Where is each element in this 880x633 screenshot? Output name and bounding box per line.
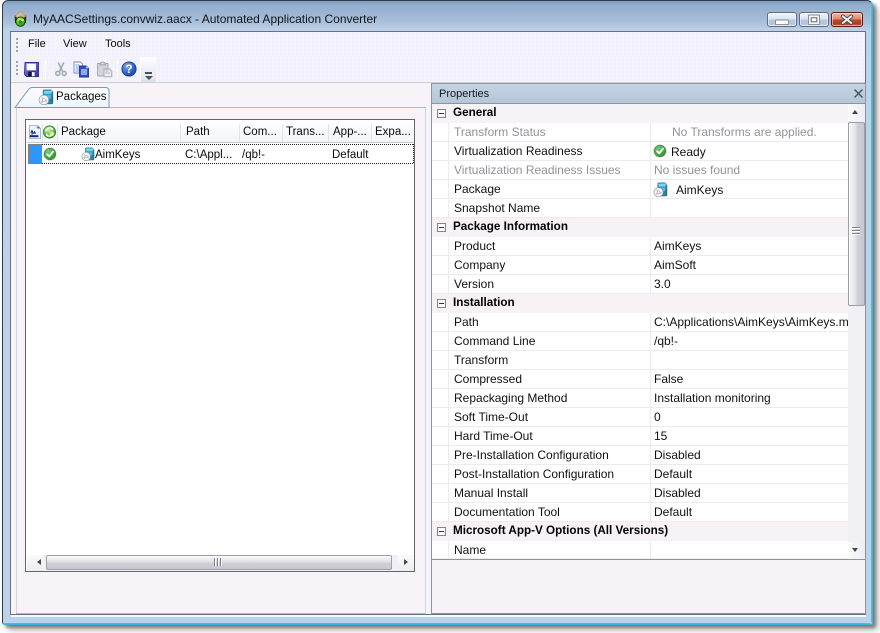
svg-text:?: ? [125, 64, 132, 76]
